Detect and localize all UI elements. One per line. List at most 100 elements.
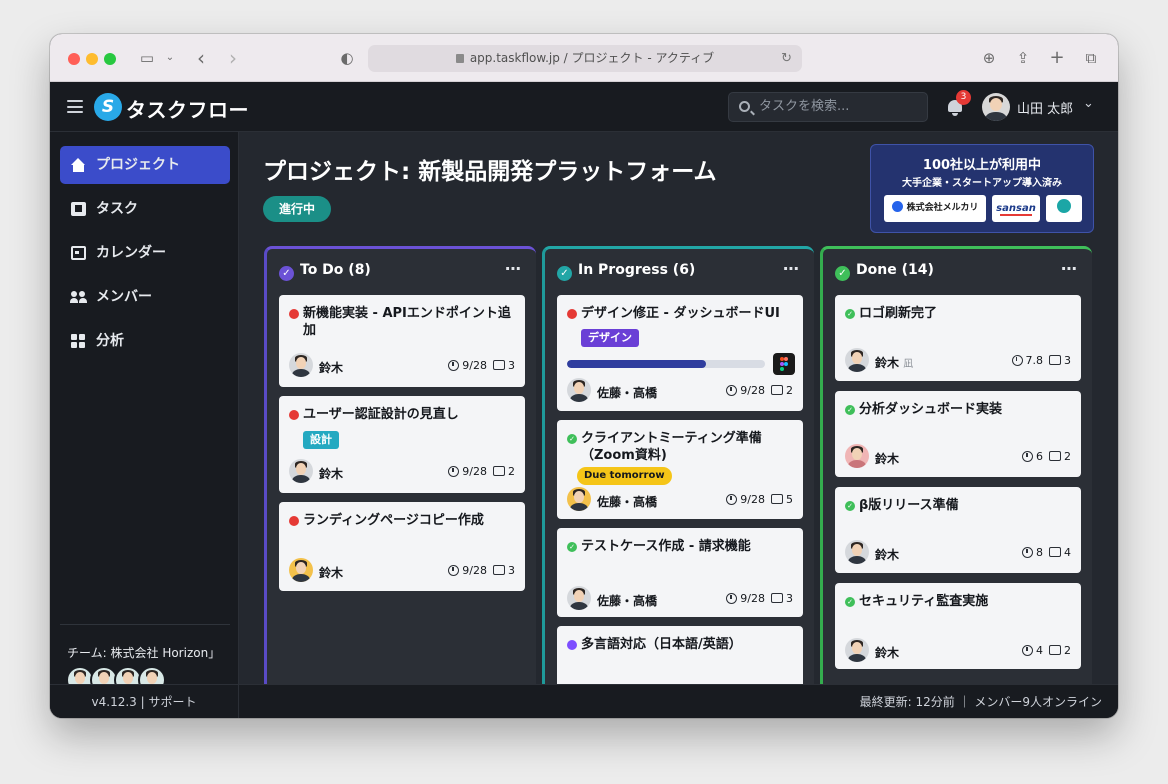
- sidebar-item-projects[interactable]: プロジェクト: [60, 146, 230, 184]
- task-card[interactable]: ✓ 分析ダッシュボード実装 鈴木 62: [835, 391, 1081, 477]
- more-options-icon[interactable]: ⋯: [783, 259, 800, 278]
- status-text: 最終更新: 12分前 ｜ メンバー9人オンライン: [859, 695, 1102, 709]
- minimize-window-button[interactable]: [86, 53, 98, 65]
- task-card[interactable]: 新機能実装 - APIエンドポイント追加 鈴木 9/28 3: [279, 295, 525, 387]
- check-icon: ✓: [845, 405, 855, 415]
- column-title: Done (14): [856, 262, 934, 278]
- card-meta: 9/28 2: [448, 465, 515, 478]
- check-icon: ✓: [567, 434, 577, 444]
- zoom-window-button[interactable]: [104, 53, 116, 65]
- shield-icon[interactable]: ◐: [338, 46, 356, 70]
- comment-icon: [1049, 451, 1061, 461]
- card-meta: 62: [1022, 450, 1071, 463]
- more-options-icon[interactable]: ⋯: [1061, 259, 1078, 278]
- card-comments: 4: [1064, 546, 1071, 559]
- status-badge[interactable]: 進行中: [263, 196, 332, 222]
- comment-icon: [1049, 645, 1061, 655]
- chevron-down-icon[interactable]: ⌄: [164, 46, 176, 70]
- sidebar-item-members[interactable]: メンバー: [60, 278, 230, 316]
- clock-icon: [448, 565, 460, 576]
- sidebar-item-label: タスク: [96, 201, 138, 217]
- user-avatar[interactable]: [982, 93, 1010, 121]
- card-title: クライアントミーティング準備（Zoom資料): [581, 431, 762, 463]
- card-assignee: 鈴木: [875, 548, 900, 562]
- card-comments: 2: [1064, 450, 1071, 463]
- card-assignee: 鈴木: [319, 467, 344, 481]
- comment-icon: [1049, 547, 1061, 557]
- reload-icon[interactable]: ↻: [781, 45, 792, 72]
- card-comments: 3: [508, 359, 515, 372]
- card-meta: 9/28 2: [726, 384, 793, 397]
- clock-icon: [1011, 355, 1023, 366]
- priority-low-icon: [567, 640, 577, 650]
- task-card[interactable]: ✓ クライアントミーティング準備（Zoom資料) Due tomorrow 佐藤・…: [557, 420, 803, 519]
- divider: [60, 624, 230, 625]
- column-header: ✓ In Progress (6): [557, 261, 695, 281]
- more-options-icon[interactable]: ⋯: [505, 259, 522, 278]
- sidebar-item-label: 分析: [96, 333, 124, 349]
- notification-bell-icon[interactable]: 3: [946, 90, 971, 117]
- sidebar-item-label: プロジェクト: [96, 157, 180, 173]
- forward-icon[interactable]: ›: [224, 46, 242, 70]
- app-logo-text[interactable]: タスクフロー: [126, 94, 249, 123]
- clock-icon: [1022, 451, 1033, 462]
- card-title: ロゴ刷新完了: [859, 306, 938, 321]
- version-support-link[interactable]: v4.12.3 | サポート: [50, 685, 239, 718]
- sidebar-item-analytics[interactable]: 分析: [60, 322, 230, 360]
- task-card[interactable]: ランディングページコピー作成 鈴木 9/28 3: [279, 502, 525, 591]
- user-name[interactable]: 山田 太郎: [1017, 98, 1073, 117]
- task-card[interactable]: ✓ セキュリティ監査実施 鈴木 42: [835, 583, 1081, 669]
- share-icon[interactable]: ⇪: [1014, 46, 1032, 70]
- clock-icon: [1022, 547, 1033, 558]
- card-tag[interactable]: 設計: [303, 431, 339, 449]
- close-window-button[interactable]: [68, 53, 80, 65]
- search-placeholder: タスクを検索...: [759, 99, 850, 114]
- sidebar-item-calendar[interactable]: カレンダー: [60, 234, 230, 272]
- chevron-down-icon[interactable]: ⌄: [1083, 96, 1094, 111]
- customer-banner[interactable]: 100社以上が利用中 大手企業・スタートアップ導入済み 株式会社メルカリ san…: [870, 144, 1094, 233]
- avatar: [567, 378, 591, 402]
- card-title: β版リリース準備: [859, 498, 959, 513]
- card-due: 7.8: [1025, 354, 1044, 367]
- app-header: S タスクフロー タスクを検索... 3 山田 太郎 ⌄: [50, 82, 1118, 132]
- comment-icon: [771, 385, 783, 395]
- address-bar[interactable]: app.taskflow.jp / プロジェクト - アクティブ ↻: [368, 45, 802, 72]
- card-due: 9/28: [740, 493, 765, 506]
- avatar: [289, 353, 313, 377]
- tabs-overview-icon[interactable]: ⧉: [1082, 46, 1100, 70]
- task-card[interactable]: ✓ β版リリース準備 鈴木 84: [835, 487, 1081, 573]
- column-todo: ✓ To Do (8) ⋯ 新機能実装 - APIエンドポイント追加 鈴木 9/2…: [264, 246, 536, 684]
- task-card[interactable]: 多言語対応（日本語/英語）: [557, 626, 803, 684]
- check-circle-icon: ✓: [835, 266, 850, 281]
- task-card[interactable]: ユーザー認証設計の見直し 設計 鈴木 9/28 2: [279, 396, 525, 493]
- card-title: ランディングページコピー作成: [303, 513, 484, 528]
- card-due: 9/28: [740, 384, 765, 397]
- search-input[interactable]: タスクを検索...: [728, 92, 928, 122]
- check-icon: ✓: [845, 501, 855, 511]
- card-meta: 84: [1022, 546, 1071, 559]
- due-tomorrow-badge: Due tomorrow: [577, 467, 672, 485]
- download-icon[interactable]: ⊕: [980, 46, 998, 70]
- card-assignee: 鈴木: [319, 361, 344, 375]
- card-title: セキュリティ監査実施: [859, 594, 989, 609]
- card-tag[interactable]: デザイン: [581, 329, 639, 347]
- team-label: チーム: 株式会社 Horizon」: [67, 646, 221, 660]
- card-comments: 2: [786, 384, 793, 397]
- avatar: [845, 540, 869, 564]
- customer-logo-mercari: 株式会社メルカリ: [884, 195, 986, 222]
- priority-high-icon: [289, 309, 299, 319]
- mercari-logo-icon: [891, 201, 903, 212]
- card-meta: 9/28 5: [726, 493, 793, 506]
- task-card[interactable]: ✓ テストケース作成 - 請求機能 佐藤・高橋 9/28 3: [557, 528, 803, 617]
- task-icon: [71, 202, 86, 216]
- column-title: In Progress (6): [578, 262, 696, 278]
- sidebar-item-tasks[interactable]: タスク: [60, 190, 230, 228]
- back-icon[interactable]: ‹: [192, 46, 210, 70]
- task-card[interactable]: ✓ ロゴ刷新完了 鈴木 凪 7.8 3: [835, 295, 1081, 381]
- hamburger-menu-icon[interactable]: [67, 100, 83, 113]
- sidebar-toggle-icon[interactable]: ▭: [138, 46, 156, 70]
- new-tab-icon[interactable]: +: [1048, 46, 1066, 70]
- figma-icon[interactable]: [773, 353, 795, 375]
- task-card[interactable]: デザイン修正 - ダッシュボードUI デザイン 佐藤・高橋 9/28 2: [557, 295, 803, 411]
- sidebar-item-label: メンバー: [96, 289, 152, 305]
